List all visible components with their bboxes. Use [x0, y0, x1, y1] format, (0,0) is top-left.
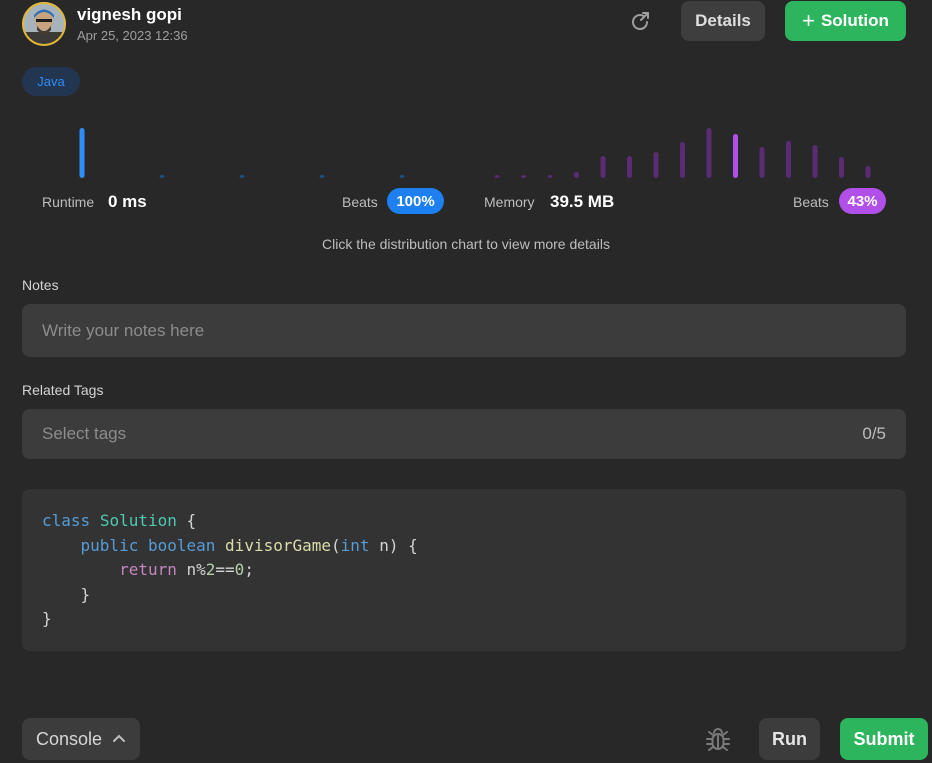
- runtime-distribution-bar[interactable]: [319, 175, 325, 178]
- memory-distribution-bar[interactable]: [600, 156, 606, 178]
- memory-label: Memory: [484, 194, 535, 210]
- tags-select[interactable]: Select tags 0/5: [22, 409, 906, 459]
- memory-beats-label: Beats: [793, 194, 829, 210]
- memory-distribution-bar[interactable]: [733, 134, 738, 178]
- memory-distribution-bar[interactable]: [759, 147, 765, 178]
- runtime-value: 0 ms: [108, 192, 147, 211]
- code-line: }: [42, 584, 91, 604]
- memory-distribution-bar[interactable]: [494, 175, 500, 178]
- tags-placeholder: Select tags: [42, 424, 127, 443]
- notes-input[interactable]: [22, 304, 906, 357]
- username[interactable]: vignesh gopi: [77, 5, 182, 25]
- run-button[interactable]: Run: [759, 718, 820, 760]
- bug-icon[interactable]: [704, 726, 732, 754]
- chevron-up-icon: [112, 729, 126, 750]
- memory-distribution-bar[interactable]: [839, 157, 844, 178]
- memory-value: 39.5 MB: [550, 192, 615, 211]
- console-toggle-button[interactable]: Console: [22, 718, 140, 760]
- chart-hint: Click the distribution chart to view mor…: [322, 236, 610, 252]
- memory-distribution-bar[interactable]: [865, 166, 871, 178]
- share-arrow-icon[interactable]: [628, 10, 652, 34]
- runtime-beats-label: Beats: [342, 194, 378, 210]
- runtime-distribution-bar[interactable]: [159, 175, 165, 178]
- memory-distribution-bar[interactable]: [706, 128, 712, 178]
- submission-detail-panel: vignesh gopi Apr 25, 2023 12:36 Details …: [0, 0, 932, 763]
- notes-label: Notes: [22, 277, 59, 293]
- language-tag[interactable]: Java: [22, 67, 80, 96]
- runtime-beats-badge: 100%: [387, 188, 444, 214]
- related-tags-label: Related Tags: [22, 382, 104, 398]
- submit-button[interactable]: Submit: [840, 718, 928, 760]
- code-line: }: [42, 609, 52, 628]
- memory-distribution-bar[interactable]: [627, 156, 632, 178]
- memory-distribution-bar[interactable]: [521, 175, 526, 178]
- code-block: class Solution { public boolean divisorG…: [22, 489, 906, 651]
- submission-timestamp: Apr 25, 2023 12:36: [77, 28, 188, 43]
- runtime-distribution-bar[interactable]: [79, 128, 85, 178]
- code-line: return n%2==0;: [119, 560, 254, 579]
- distribution-chart[interactable]: [0, 110, 932, 185]
- runtime-distribution-bar[interactable]: [399, 175, 405, 178]
- memory-distribution-bar[interactable]: [653, 152, 659, 178]
- plus-icon: +: [802, 8, 815, 33]
- runtime-distribution-bar[interactable]: [239, 175, 245, 178]
- tags-count: 0/5: [862, 424, 886, 443]
- memory-distribution-bar[interactable]: [574, 172, 579, 178]
- user-avatar[interactable]: [22, 2, 66, 46]
- memory-beats-badge: 43%: [839, 188, 886, 214]
- details-button[interactable]: Details: [681, 1, 765, 41]
- runtime-label: Runtime: [42, 194, 95, 210]
- code-line: public boolean divisorGame(int n) {: [80, 535, 418, 555]
- memory-distribution-bar[interactable]: [680, 142, 685, 178]
- memory-distribution-bar[interactable]: [812, 145, 818, 178]
- console-label: Console: [35, 728, 103, 749]
- add-solution-button[interactable]: + Solution: [785, 1, 906, 41]
- code-line: class Solution {: [42, 511, 197, 530]
- memory-distribution-bar[interactable]: [547, 175, 553, 178]
- memory-distribution-bar[interactable]: [786, 141, 791, 178]
- solution-button-label: Solution: [820, 11, 889, 30]
